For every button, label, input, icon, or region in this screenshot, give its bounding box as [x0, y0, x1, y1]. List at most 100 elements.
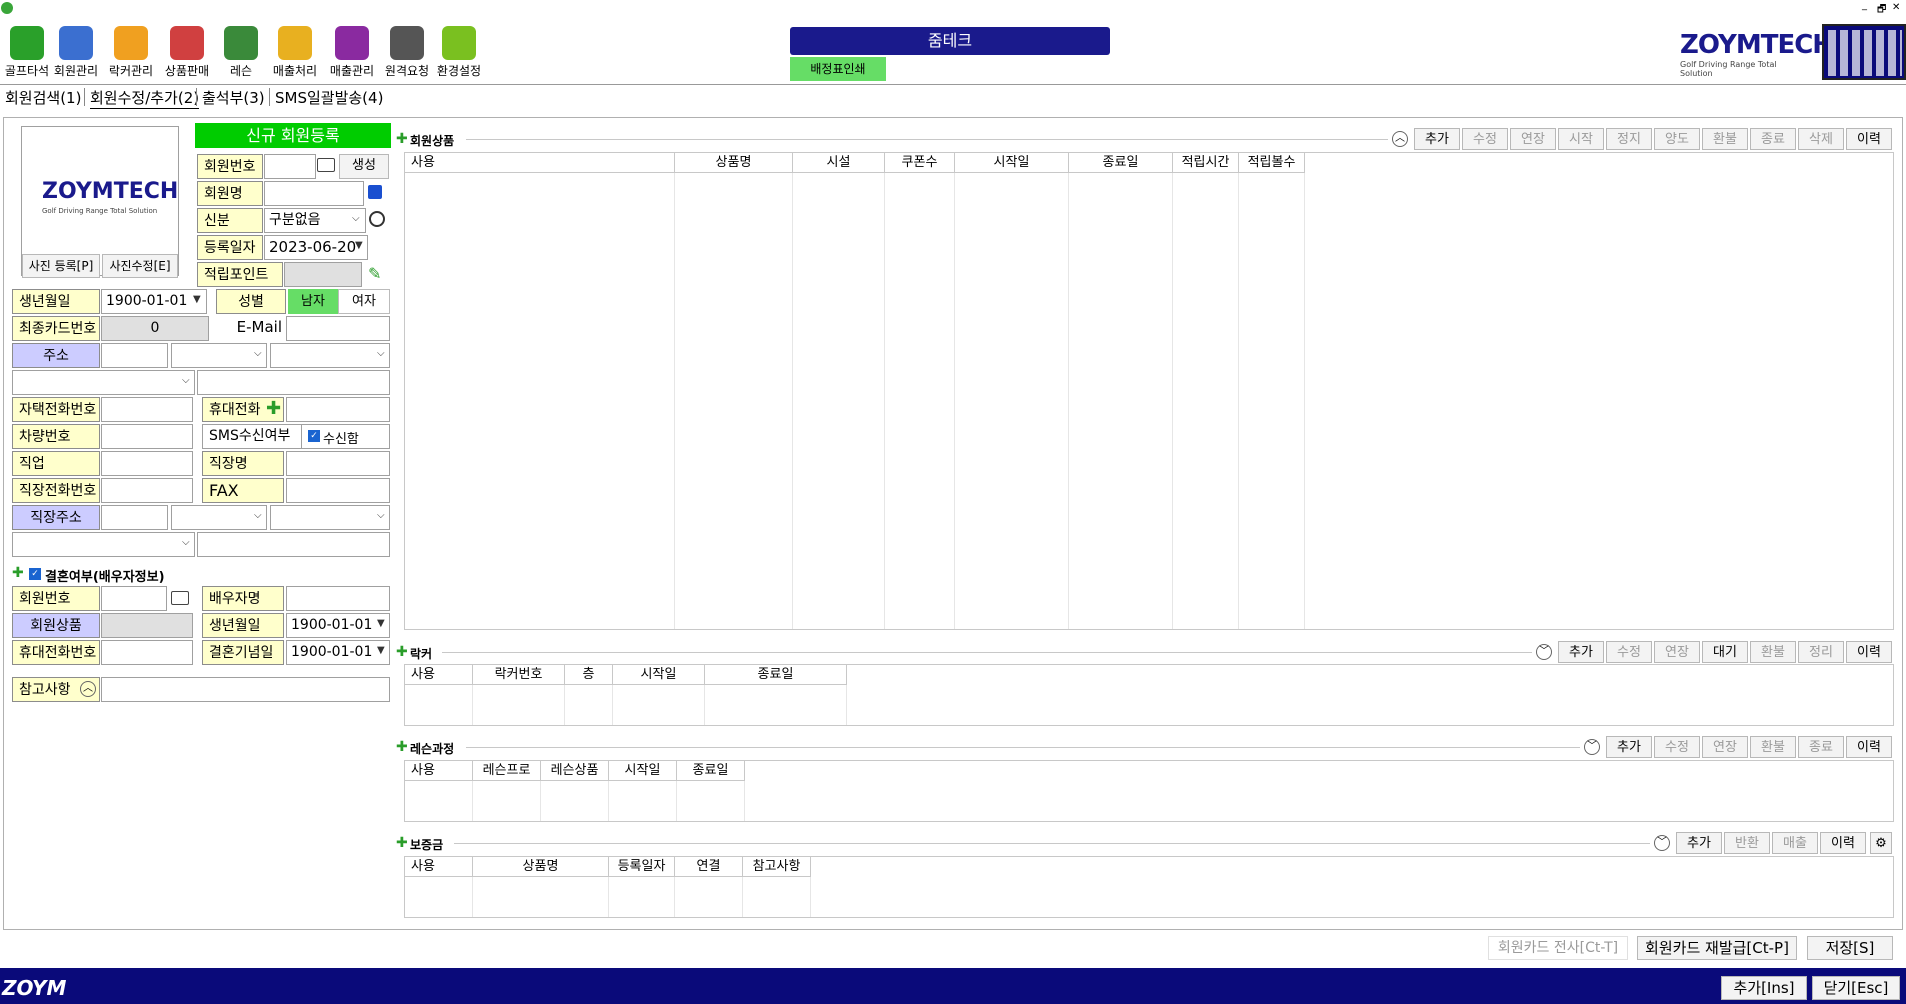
anniversary-dropdown-icon[interactable]: ▼: [377, 645, 385, 656]
toolbar-button-9[interactable]: 환경설정: [432, 24, 486, 80]
toolbar-button-7[interactable]: 매출관리: [325, 24, 379, 80]
card-reissue-button[interactable]: 회원카드 재발급[Ct-P]: [1637, 936, 1797, 960]
gender-male-button[interactable]: 남자: [288, 289, 338, 314]
deposit-column-header[interactable]: 상품명: [473, 857, 609, 877]
toolbar-button-3[interactable]: 락커관리: [104, 24, 158, 80]
add-mobile-plus-icon[interactable]: ✚: [266, 399, 281, 419]
work-city-select[interactable]: [171, 505, 267, 530]
member-no-input[interactable]: [264, 154, 316, 179]
locker-button-1[interactable]: 추가: [1558, 641, 1604, 663]
lesson-button-5[interactable]: 종료: [1798, 736, 1844, 758]
lesson-button-4[interactable]: 환불: [1750, 736, 1796, 758]
lesson-button-6[interactable]: 이력: [1846, 736, 1892, 758]
products-button-4[interactable]: 시작: [1558, 128, 1604, 150]
deposit-button-1[interactable]: 추가: [1676, 832, 1722, 854]
spouse-mobile-input[interactable]: [101, 640, 193, 665]
work-detail-input[interactable]: [197, 532, 390, 557]
photo-register-button[interactable]: 사진 등록[P]: [22, 254, 100, 278]
locker-button-2[interactable]: 수정: [1606, 641, 1652, 663]
anniversary-picker[interactable]: 1900-01-01: [286, 640, 390, 665]
locker-column-header[interactable]: 종료일: [705, 665, 847, 685]
birth-dropdown-icon[interactable]: ▼: [193, 294, 201, 305]
tab-3[interactable]: 출석부(3): [202, 87, 265, 108]
company-input[interactable]: [286, 451, 390, 476]
locker-grid[interactable]: 사용 락커번호 층 시작일 종료일: [404, 664, 1894, 726]
lesson-column-header[interactable]: 시작일: [609, 761, 677, 781]
spouse-birth-dropdown-icon[interactable]: ▼: [377, 618, 385, 629]
products-column-header[interactable]: 시설: [793, 153, 885, 173]
products-column-header[interactable]: 쿠폰수: [885, 153, 955, 173]
save-button[interactable]: 저장[S]: [1807, 936, 1893, 960]
products-button-9[interactable]: 삭제: [1798, 128, 1844, 150]
locker-button-3[interactable]: 연장: [1654, 641, 1700, 663]
deposit-collapse-icon[interactable]: ﹀: [1654, 835, 1670, 851]
mobile-input[interactable]: [286, 397, 390, 422]
deposit-expand-icon[interactable]: ✚: [396, 835, 408, 851]
lesson-grid[interactable]: 사용 레슨프로 레슨상품 시작일 종료일: [404, 760, 1894, 822]
products-button-10[interactable]: 이력: [1846, 128, 1892, 150]
address-town-select[interactable]: [12, 370, 195, 395]
status-select[interactable]: 구분없음: [264, 208, 366, 233]
note-input[interactable]: [101, 677, 390, 702]
toolbar-button-2[interactable]: 회원관리: [49, 24, 103, 80]
locker-expand-icon[interactable]: ✚: [396, 644, 408, 660]
deposit-button-4[interactable]: 이력: [1820, 832, 1866, 854]
address-district-select[interactable]: [270, 343, 390, 368]
toolbar-button-6[interactable]: 매출처리: [268, 24, 322, 80]
locker-column-header[interactable]: 락커번호: [473, 665, 565, 685]
products-column-header[interactable]: 종료일: [1069, 153, 1173, 173]
home-phone-input[interactable]: [101, 397, 193, 422]
lesson-column-header[interactable]: 사용: [405, 761, 473, 781]
work-address-label[interactable]: 직장주소: [12, 505, 100, 530]
close-window-button[interactable]: 닫기[Esc]: [1812, 976, 1900, 1000]
toolbar-button-8[interactable]: 원격요청: [380, 24, 434, 80]
zip-input[interactable]: [101, 343, 168, 368]
products-grid[interactable]: 사용 상품명 시설 쿠폰수 시작일 종료일 적립시간 적립볼수: [404, 152, 1894, 630]
products-collapse-icon[interactable]: ︿: [1392, 131, 1408, 147]
spouse-birth-picker[interactable]: 1900-01-01: [286, 613, 390, 638]
tab-1[interactable]: 회원검색(1): [5, 87, 81, 108]
birth-picker[interactable]: 1900-01-01: [101, 289, 207, 314]
work-district-select[interactable]: [270, 505, 390, 530]
toolbar-button-1[interactable]: 골프타석: [0, 24, 54, 80]
work-town-select[interactable]: [12, 532, 195, 557]
products-button-3[interactable]: 연장: [1510, 128, 1556, 150]
spouse-card-icon[interactable]: [171, 591, 189, 605]
deposit-settings-gear-icon[interactable]: ⚙: [1870, 832, 1892, 854]
lesson-button-1[interactable]: 추가: [1606, 736, 1652, 758]
lesson-column-header[interactable]: 레슨상품: [541, 761, 609, 781]
products-column-header[interactable]: 상품명: [675, 153, 793, 173]
lesson-button-2[interactable]: 수정: [1654, 736, 1700, 758]
marriage-checkbox[interactable]: ✓: [29, 568, 41, 580]
address-city-select[interactable]: [171, 343, 267, 368]
work-phone-input[interactable]: [101, 478, 193, 503]
pencil-icon[interactable]: ✎: [368, 264, 386, 283]
locker-button-6[interactable]: 정리: [1798, 641, 1844, 663]
address-detail-input[interactable]: [197, 370, 390, 395]
tab-4[interactable]: SMS일괄발송(4): [275, 87, 383, 108]
name-input[interactable]: [264, 181, 364, 206]
card-transfer-button[interactable]: 회원카드 전사[Ct-T]: [1488, 936, 1628, 960]
products-button-1[interactable]: 추가: [1414, 128, 1460, 150]
products-button-2[interactable]: 수정: [1462, 128, 1508, 150]
address-label[interactable]: 주소: [12, 343, 100, 368]
locker-button-7[interactable]: 이력: [1846, 641, 1892, 663]
lesson-button-3[interactable]: 연장: [1702, 736, 1748, 758]
reg-date-dropdown-icon[interactable]: ▼: [355, 240, 363, 251]
products-expand-icon[interactable]: ✚: [396, 131, 408, 147]
lesson-collapse-icon[interactable]: ﹀: [1584, 739, 1600, 755]
toolbar-button-5[interactable]: 레슨: [214, 24, 268, 80]
products-button-7[interactable]: 환불: [1702, 128, 1748, 150]
reg-date-picker[interactable]: 2023-06-20: [264, 235, 368, 260]
job-input[interactable]: [101, 451, 193, 476]
marriage-expand-icon[interactable]: ✚: [12, 565, 24, 581]
locker-column-header[interactable]: 사용: [405, 665, 473, 685]
products-column-header[interactable]: 사용: [405, 153, 675, 173]
minimize-button[interactable]: _: [1862, 0, 1867, 11]
lesson-column-header[interactable]: 종료일: [677, 761, 745, 781]
tab-2[interactable]: 회원수정/추가(2): [90, 87, 200, 109]
toolbar-button-4[interactable]: 상품판매: [160, 24, 214, 80]
create-button[interactable]: 생성: [339, 154, 389, 179]
locker-button-4[interactable]: 대기: [1702, 641, 1748, 663]
spouse-product-label[interactable]: 회원상품: [12, 613, 100, 638]
